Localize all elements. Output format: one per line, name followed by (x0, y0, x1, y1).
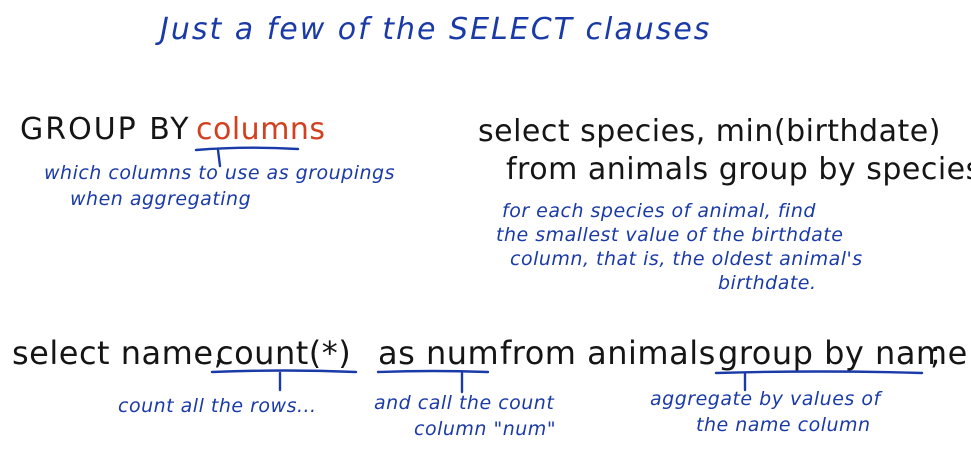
example2-as-note-line2: column "num" (414, 418, 557, 440)
example2-group-note-line1: aggregate by values of (650, 388, 881, 410)
example2-count-note: count all the rows... (118, 395, 317, 417)
example2-select-name: select name, (12, 334, 225, 372)
columns-underline (194, 146, 300, 152)
example2-as-note-line1: and call the count (374, 392, 555, 414)
example1-note-line4: birthdate. (718, 272, 817, 294)
group-by-keyword: GROUP BY (20, 112, 191, 147)
page-title: Just a few of the SELECT clauses (160, 12, 712, 47)
example2-from-animals: from animals (500, 334, 716, 372)
example2-as-num: as num (378, 334, 500, 372)
group-by-note-line1: which columns to use as groupings (44, 162, 396, 184)
example2-group-note-line2: the name column (696, 414, 871, 436)
example1-query-line1: select species, min(birthdate) (478, 114, 941, 149)
example2-count-star: count(*) (216, 334, 352, 372)
example1-note-line1: for each species of animal, find (502, 200, 816, 222)
group-by-note-line2: when aggregating (70, 188, 252, 210)
example2-semicolon: ; (930, 334, 942, 372)
example1-query-line2: from animals group by species; (506, 152, 971, 187)
group-by-columns-arg: columns (196, 112, 326, 147)
example1-note-line2: the smallest value of the birthdate (496, 224, 844, 246)
example1-note-line3: column, that is, the oldest animal's (510, 248, 863, 270)
